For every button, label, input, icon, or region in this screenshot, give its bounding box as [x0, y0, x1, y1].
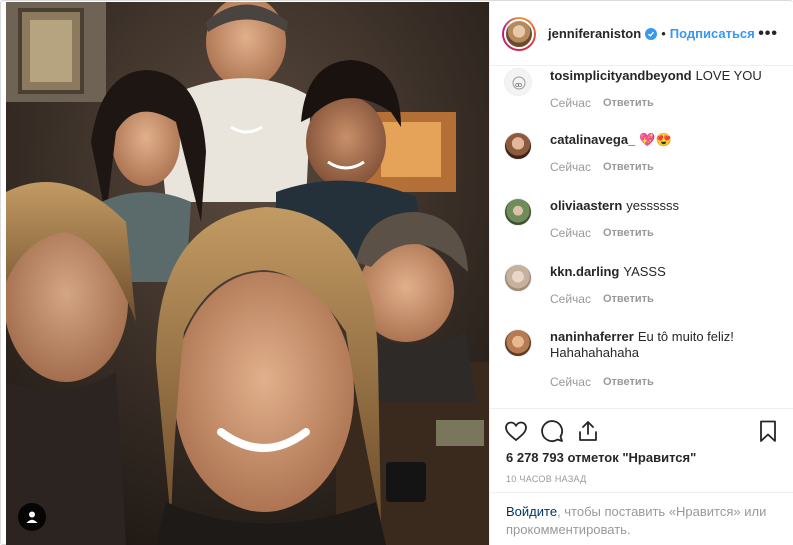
comment-username[interactable]: oliviaastern	[550, 198, 622, 213]
user-tag-icon[interactable]	[18, 503, 46, 531]
comments-list[interactable]: ꝏ tosimplicityandbeyond LOVE YOU Сейчас От…	[490, 66, 793, 408]
author-avatar[interactable]	[502, 16, 536, 51]
post-photo[interactable]	[6, 2, 489, 545]
list-item: naninhaferrer Eu tô muito feliz! Hahahaha…	[504, 329, 784, 389]
more-options-icon[interactable]: •••	[758, 25, 778, 43]
reply-button[interactable]: Ответить	[603, 292, 654, 306]
comment-username[interactable]: kkn.darling	[550, 264, 619, 279]
share-icon[interactable]	[576, 419, 600, 443]
author-username[interactable]: jenniferaniston	[548, 26, 641, 41]
verified-badge-icon	[645, 27, 658, 40]
comment-text: 💖😍	[639, 132, 672, 147]
commenter-avatar[interactable]	[504, 264, 532, 292]
login-prompt: Войдите, чтобы поставить «Нравится» или …	[490, 492, 793, 545]
list-item: oliviaastern yessssss Сейчас Ответить	[504, 198, 784, 240]
list-item: ꝏ tosimplicityandbeyond LOVE YOU Сейчас От…	[504, 68, 784, 110]
list-item: kkn.darling YASSS Сейчас Ответить	[504, 264, 784, 306]
follow-button[interactable]: Подписаться	[670, 26, 755, 41]
reply-button[interactable]: Ответить	[603, 375, 654, 389]
comment-time[interactable]: Сейчас	[550, 226, 591, 240]
group-selfie-image	[6, 2, 489, 545]
comment-time[interactable]: Сейчас	[550, 292, 591, 306]
post-timestamp[interactable]: 10 часов назад	[506, 474, 587, 484]
comment-text: yessssss	[626, 198, 679, 213]
login-link[interactable]: Войдите	[506, 504, 557, 519]
commenter-avatar[interactable]	[504, 132, 532, 160]
reply-button[interactable]: Ответить	[603, 96, 654, 110]
bookmark-icon[interactable]	[756, 419, 780, 443]
commenter-avatar[interactable]: ꝏ	[504, 68, 532, 96]
post-header: jenniferaniston • Подписаться •••	[490, 2, 793, 66]
reply-button[interactable]: Ответить	[603, 160, 654, 174]
commenter-avatar[interactable]	[504, 329, 532, 357]
post-frame: jenniferaniston • Подписаться ••• ꝏ tosi…	[0, 0, 793, 545]
comment-username[interactable]: catalinavega_	[550, 132, 635, 147]
header-separator: •	[661, 26, 666, 41]
reply-button[interactable]: Ответить	[603, 226, 654, 240]
post-actions-bar	[490, 408, 793, 446]
comment-username[interactable]: naninhaferrer	[550, 329, 634, 344]
comment-time[interactable]: Сейчас	[550, 96, 591, 110]
comment-text: YASSS	[623, 264, 666, 279]
comment-time[interactable]: Сейчас	[550, 375, 591, 389]
svg-text:ꝏ: ꝏ	[515, 81, 522, 89]
comment-icon[interactable]	[540, 419, 564, 443]
list-item: catalinavega_ 💖😍 Сейчас Ответить	[504, 132, 784, 174]
comment-time[interactable]: Сейчас	[550, 160, 591, 174]
comment-username[interactable]: tosimplicityandbeyond	[550, 68, 692, 83]
heart-icon[interactable]	[504, 419, 528, 443]
likes-count[interactable]: 6 278 793 отметок "Нравится"	[506, 450, 696, 465]
comment-text: LOVE YOU	[695, 68, 762, 83]
commenter-avatar[interactable]	[504, 198, 532, 226]
post-details-panel: jenniferaniston • Подписаться ••• ꝏ tosi…	[489, 2, 793, 545]
